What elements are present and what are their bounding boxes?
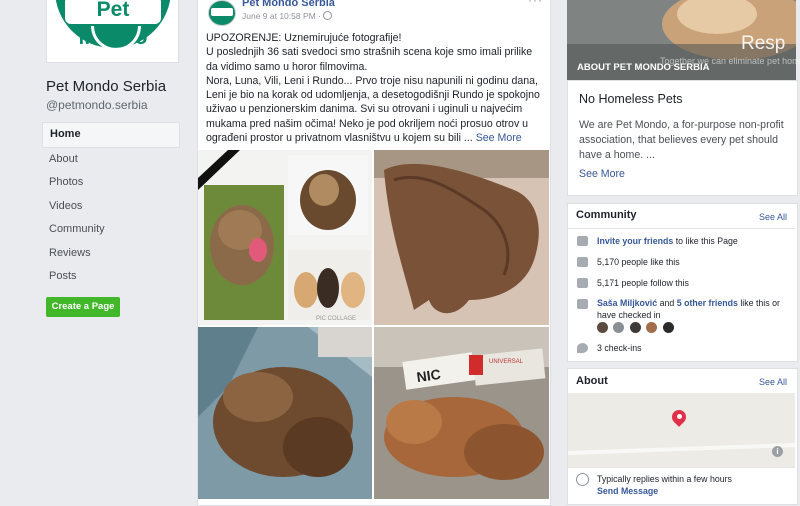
post-date-separator: · bbox=[318, 11, 321, 21]
logo-text: Pet Mondo bbox=[65, 0, 161, 49]
post-text-line: U poslednjih 36 sati svedoci smo strašni… bbox=[206, 46, 533, 59]
friend-avatars bbox=[597, 320, 675, 333]
cover-overlay-text: Resp bbox=[741, 33, 786, 54]
friends-text: like this or bbox=[740, 298, 780, 308]
community-see-all-link[interactable]: See All bbox=[759, 212, 787, 222]
post-text-line: ograđeni prostor u privatnom vlasništvu … bbox=[206, 131, 542, 145]
post-options-icon[interactable]: ··· bbox=[528, 0, 543, 7]
post-photo-4[interactable]: NIC UNIVERSAL bbox=[374, 327, 549, 499]
page-profile-picture[interactable]: Pet Mondo bbox=[46, 0, 179, 63]
friend-name-link[interactable]: Saša Miljković bbox=[597, 298, 657, 308]
avatar[interactable] bbox=[646, 322, 658, 333]
about-description: We are Pet Mondo, a for-purpose non-prof… bbox=[579, 119, 784, 161]
photo-graphic bbox=[374, 150, 549, 325]
photo-graphic: NIC UNIVERSAL bbox=[374, 327, 549, 499]
photo-graphic bbox=[198, 327, 372, 499]
checkins-count: 3 check-ins bbox=[597, 343, 642, 353]
nav-item-posts[interactable]: Posts bbox=[42, 265, 180, 289]
friends-text-2: have checked in bbox=[597, 310, 661, 320]
community-title[interactable]: Community bbox=[576, 209, 637, 221]
map-info-icon[interactable]: i bbox=[772, 446, 783, 457]
friends-icon bbox=[577, 299, 588, 309]
avatar[interactable] bbox=[662, 322, 674, 333]
post-text-line: Leni je bio na korak od udomljenja, a de… bbox=[206, 89, 540, 102]
create-page-button[interactable]: Create a Page bbox=[46, 297, 120, 317]
post-text-line: da vidimo samo u horor filmovima. bbox=[206, 60, 368, 73]
post-text-line: Nora, Luna, Vili, Leni i Rundo... Prvo t… bbox=[206, 74, 538, 87]
about-tagline: No Homeless Pets bbox=[579, 92, 683, 106]
post-author-avatar[interactable] bbox=[208, 0, 236, 26]
avatar[interactable] bbox=[597, 322, 608, 333]
post-ellipsis: ... bbox=[463, 132, 473, 145]
page-handle: @petmondo.serbia bbox=[46, 98, 148, 112]
post-date-text: June 9 at 10:58 PM bbox=[242, 11, 316, 21]
collage-label: PIC COLLAGE bbox=[316, 316, 356, 322]
see-more-link[interactable]: See More bbox=[476, 132, 522, 144]
about-section-title[interactable]: About bbox=[576, 375, 608, 387]
invite-friends-link[interactable]: Invite your friends bbox=[597, 236, 673, 246]
map-pin-dot bbox=[677, 414, 682, 419]
about-see-more-link[interactable]: See More bbox=[579, 168, 625, 180]
likes-count: 5,170 people like this bbox=[597, 257, 680, 267]
collage-graphic: PIC COLLAGE bbox=[198, 150, 370, 322]
post-text-line: uživao u penzionerskim danima. Svi su ot… bbox=[206, 103, 523, 116]
post-text-line: mukama pred našim očima! Neko je pod okr… bbox=[206, 117, 529, 130]
avatar[interactable] bbox=[613, 322, 625, 333]
bag-label-2: UNIVERSAL bbox=[489, 359, 524, 365]
thumbs-up-icon bbox=[577, 257, 588, 267]
location-map[interactable] bbox=[567, 393, 796, 467]
cover-caption: ABOUT PET MONDO SERBIA bbox=[577, 62, 710, 73]
post-photo-collage[interactable]: PIC COLLAGE bbox=[198, 150, 372, 325]
response-time: Typically replies within a few hours bbox=[597, 474, 732, 484]
nav-item-videos[interactable]: Videos bbox=[42, 195, 180, 219]
post-text-line: UPOZORENJE: Uznemirujuće fotografije! bbox=[206, 32, 402, 44]
globe-icon bbox=[323, 11, 333, 20]
avatar[interactable] bbox=[629, 322, 641, 333]
friends-row: Saša Miljković and 5 other friends like … bbox=[597, 297, 792, 321]
bag-label-1: NIC bbox=[416, 366, 442, 385]
post-timestamp[interactable]: June 9 at 10:58 PM · bbox=[242, 11, 333, 21]
nav-item-reviews[interactable]: Reviews bbox=[42, 242, 180, 266]
invite-friends-icon bbox=[577, 236, 588, 246]
nav-item-photos[interactable]: Photos bbox=[42, 171, 180, 195]
page-nav: Home About Photos Videos Community Revie… bbox=[42, 122, 180, 289]
follow-icon bbox=[577, 278, 588, 288]
send-message-link[interactable]: Send Message bbox=[597, 485, 658, 497]
post-photo-2[interactable] bbox=[374, 150, 549, 325]
nav-item-community[interactable]: Community bbox=[42, 218, 180, 242]
follows-count: 5,171 people follow this bbox=[597, 278, 689, 288]
location-pin-icon bbox=[577, 343, 588, 353]
map-graphic bbox=[567, 393, 796, 467]
about-see-all-link[interactable]: See All bbox=[759, 377, 787, 387]
post-text: UPOZORENJE: Uznemirujuće fotografije! U … bbox=[206, 31, 542, 145]
post-text-tail: ograđeni prostor u privatnom vlasništvu … bbox=[206, 132, 461, 145]
other-friends-link[interactable]: 5 other friends bbox=[677, 298, 738, 308]
friends-and: and bbox=[659, 298, 675, 308]
nav-item-home[interactable]: Home bbox=[42, 122, 180, 148]
messenger-icon bbox=[576, 473, 589, 486]
nav-item-about[interactable]: About bbox=[42, 148, 180, 172]
invite-text: to like this Page bbox=[675, 236, 738, 246]
invite-row: Invite your friends to like this Page bbox=[597, 235, 738, 247]
post-photo-3[interactable] bbox=[198, 327, 372, 499]
page-title[interactable]: Pet Mondo Serbia bbox=[46, 78, 166, 95]
post-author-name[interactable]: Pet Mondo Serbia bbox=[242, 0, 335, 9]
